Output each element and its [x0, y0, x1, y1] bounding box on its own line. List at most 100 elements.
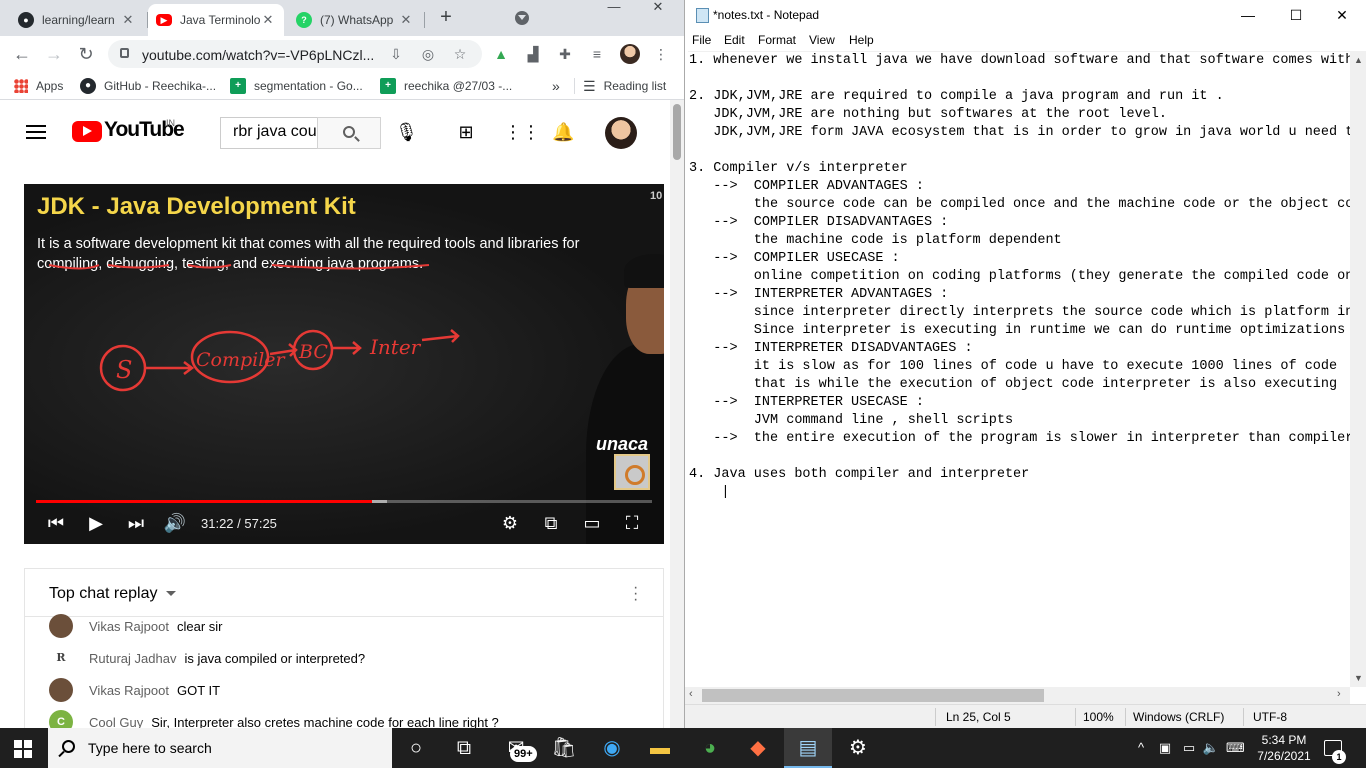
theater-mode-icon[interactable]: ▭ — [580, 512, 604, 534]
fullscreen-icon[interactable]: ⛶ — [620, 512, 644, 534]
more-menu-icon[interactable]: ⋮ — [652, 45, 670, 63]
menu-view[interactable]: View — [809, 33, 835, 47]
menu-help[interactable]: Help — [849, 33, 874, 47]
chat-avatar[interactable] — [49, 678, 73, 702]
close-icon[interactable]: ✕ — [260, 12, 276, 28]
file-explorer-icon[interactable]: ▬ — [636, 728, 684, 768]
chat-title-dropdown[interactable]: Top chat replay — [49, 585, 158, 603]
more-vert-icon[interactable]: · · · — [633, 580, 638, 608]
minimize-icon[interactable]: — — [1225, 6, 1271, 26]
text-editor[interactable]: 1. whenever we install java we have down… — [688, 51, 1350, 687]
chat-author[interactable]: Vikas Rajpoot — [89, 619, 169, 634]
media-control-icon[interactable]: ≡ — [588, 45, 606, 63]
store-icon[interactable]: 🛍 — [540, 728, 588, 768]
caret-down-icon[interactable] — [166, 591, 176, 596]
vertical-scrollbar[interactable]: ▲ ▼ — [1350, 51, 1366, 687]
bookmark-github[interactable]: ● GitHub - Reechika-... — [80, 77, 216, 95]
youtube-header: YouTube IN rbr java cou 🎙 ⊞ ⋮⋮ 🔔 — [0, 101, 670, 161]
chevron-up-icon[interactable]: ^ — [1132, 740, 1150, 756]
reload-button[interactable]: ↻ — [74, 42, 98, 66]
microphone-icon[interactable]: 🎙 — [395, 121, 418, 143]
tab-search-icon[interactable] — [515, 11, 529, 25]
create-video-icon[interactable]: ⊞ — [455, 121, 477, 143]
chat-avatar[interactable]: C — [49, 710, 73, 728]
cortana-icon[interactable]: ○ — [392, 728, 440, 768]
taskbar-search[interactable]: Type here to search — [48, 728, 392, 768]
menu-file[interactable]: File — [692, 33, 711, 47]
bookmarks-overflow-button[interactable]: » — [552, 77, 560, 95]
chat-text: is java compiled or interpreted? — [184, 650, 366, 666]
close-icon[interactable]: ✕ — [398, 12, 414, 28]
tab-youtube[interactable]: ▶ Java Terminolo ✕ — [148, 4, 284, 36]
tab-github[interactable]: ● learning/learn ✕ — [10, 4, 144, 36]
search-button[interactable] — [317, 117, 381, 149]
chat-author[interactable]: Cool Guy — [89, 715, 143, 729]
notifications-bell-icon[interactable]: 🔔 — [552, 121, 574, 143]
language-icon[interactable]: ⌨ — [1226, 740, 1245, 756]
scroll-down-icon[interactable]: ▼ — [1354, 673, 1363, 683]
new-tab-button[interactable]: + — [436, 6, 456, 30]
bookmark-reechika[interactable]: + reechika @27/03 -... — [380, 77, 512, 95]
maximize-icon[interactable]: ☐ — [1273, 6, 1319, 26]
close-icon[interactable]: ✕ — [1319, 6, 1365, 26]
close-window-icon[interactable]: ✕ — [638, 0, 678, 20]
previous-icon[interactable]: ⏮ — [44, 512, 68, 534]
page-scrollbar[interactable] — [670, 100, 684, 728]
scrollbar-thumb[interactable] — [673, 104, 681, 160]
bookmark-star-icon[interactable]: ☆ — [452, 46, 468, 62]
task-view-icon[interactable]: ⧉ — [440, 728, 488, 768]
scroll-left-icon[interactable]: ‹ — [689, 688, 693, 700]
notepad-taskbar-icon[interactable]: ▤ — [784, 728, 832, 768]
drive-icon[interactable]: ▲ — [492, 45, 510, 63]
forward-button[interactable]: → — [42, 42, 66, 66]
search-input[interactable]: rbr java cou — [220, 117, 318, 149]
network-icon[interactable]: ▭ — [1180, 740, 1198, 756]
github-icon: ● — [18, 12, 34, 28]
miniplayer-icon[interactable]: ⧉ — [538, 512, 564, 534]
chat-avatar[interactable] — [49, 614, 73, 638]
play-icon[interactable]: ▶ — [84, 512, 108, 534]
profile-avatar[interactable] — [620, 44, 640, 64]
chat-avatar[interactable]: R — [49, 646, 73, 670]
tab-whatsapp[interactable]: ? (7) WhatsApp ✕ — [288, 4, 422, 36]
close-icon[interactable]: ✕ — [120, 12, 136, 28]
apps-icon[interactable]: ⋮⋮ — [504, 121, 540, 143]
scroll-right-icon[interactable]: › — [1337, 688, 1341, 700]
chat-author[interactable]: Vikas Rajpoot — [89, 683, 169, 698]
taskbar: Type here to search ○ ⧉ ✉ 99+ 🛍 ◉ ▬ ◕ ◆ … — [0, 728, 1366, 768]
chrome-icon[interactable]: ◕ — [686, 728, 734, 768]
scroll-up-icon[interactable]: ▲ — [1354, 55, 1363, 65]
menu-format[interactable]: Format — [758, 33, 796, 47]
settings-gear-icon[interactable]: ⚙ — [498, 512, 522, 534]
minimize-icon[interactable]: — — [594, 0, 634, 20]
bookmark-segmentation[interactable]: + segmentation - Go... — [230, 77, 363, 95]
youtube-logo-icon[interactable] — [72, 121, 102, 142]
address-bar[interactable]: youtube.com/watch?v=-VP6pLNCzl... ⇩ ◎ ☆ — [108, 40, 482, 68]
install-icon[interactable]: ⇩ — [388, 46, 404, 62]
volume-icon[interactable]: 🔈 — [1202, 740, 1220, 756]
next-icon[interactable]: ⏭ — [124, 512, 148, 534]
eye-off-icon[interactable]: ◎ — [420, 46, 436, 62]
chart-extension-icon[interactable]: ▟ — [524, 45, 542, 63]
settings-gear-icon[interactable]: ⚙ — [834, 728, 882, 768]
hamburger-menu-icon[interactable] — [26, 125, 46, 139]
account-avatar[interactable] — [605, 117, 637, 149]
clock-time: 5:34 PM — [1261, 733, 1307, 747]
menu-edit[interactable]: Edit — [724, 33, 745, 47]
edge-icon[interactable]: ◉ — [588, 728, 636, 768]
chat-author[interactable]: Ruturaj Jadhav — [89, 651, 176, 666]
horizontal-scrollbar[interactable]: ‹ › — [685, 687, 1350, 704]
git-icon[interactable]: ◆ — [734, 728, 782, 768]
back-button[interactable]: ← — [10, 42, 34, 66]
windows-start-icon[interactable] — [14, 740, 32, 758]
video-progress-bar[interactable] — [36, 500, 652, 503]
meet-now-icon[interactable]: ▣ — [1156, 740, 1174, 756]
scrollbar-thumb[interactable] — [702, 689, 1044, 702]
extensions-icon[interactable]: ✚ — [556, 45, 574, 63]
system-clock[interactable]: 5:34 PM 7/26/2021 — [1250, 732, 1318, 764]
video-player[interactable]: JDK - Java Development Kit It is a softw… — [24, 184, 664, 544]
volume-icon[interactable]: 🔊 — [162, 512, 188, 534]
bookmark-apps[interactable]: Apps — [14, 77, 63, 95]
channel-badge-icon[interactable] — [614, 454, 650, 490]
reading-list-button[interactable]: ☰ Reading list — [574, 77, 666, 95]
